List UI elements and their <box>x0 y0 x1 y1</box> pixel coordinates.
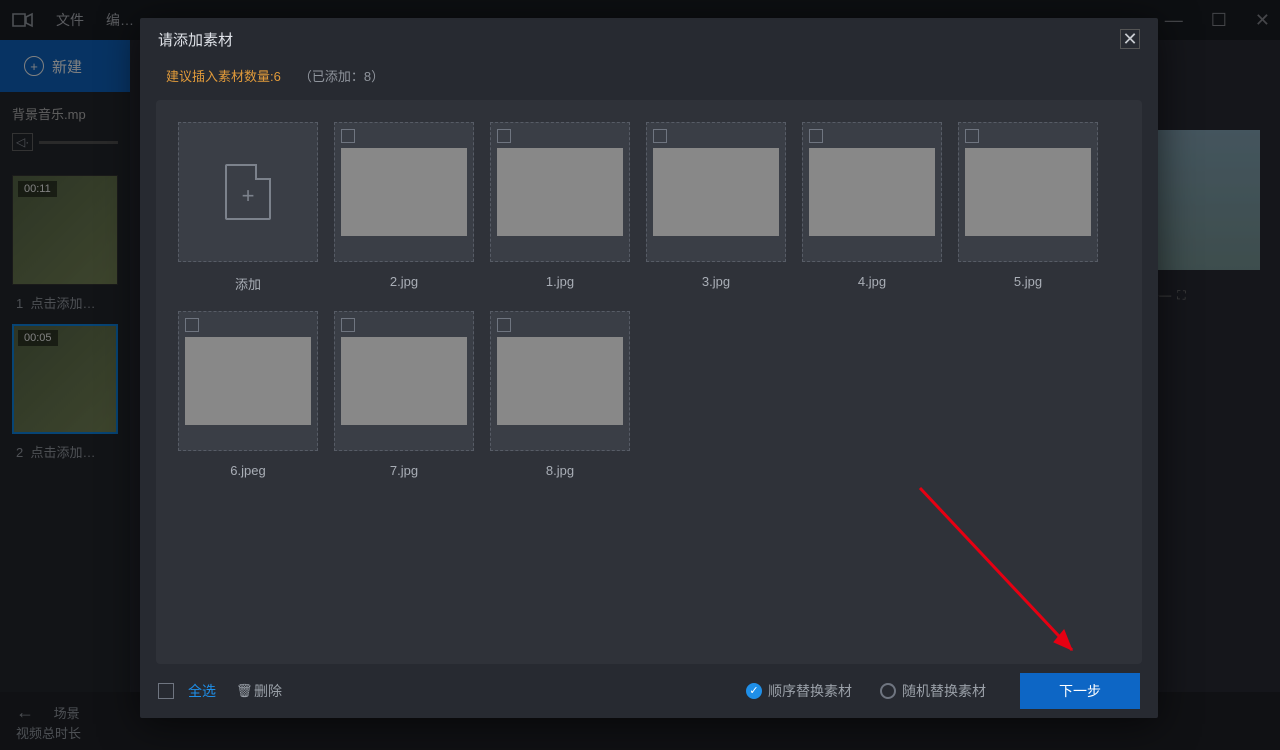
volume-control[interactable]: ◁· <box>12 133 118 151</box>
volume-icon: ◁· <box>12 133 33 151</box>
material-checkbox[interactable] <box>965 129 979 143</box>
fullscreen-icon[interactable]: ⛶ <box>1177 288 1185 303</box>
next-button[interactable]: 下一步 <box>1020 673 1140 709</box>
file-plus-icon: + <box>225 164 271 220</box>
material-thumb[interactable] <box>490 311 630 451</box>
back-arrow-icon[interactable]: ← <box>16 702 34 722</box>
material-image <box>497 148 623 236</box>
scene-thumb-1[interactable]: 00:11 1 点击添加… <box>12 175 118 312</box>
material-grid: + 添加 2.jpg 1.jpg 3.jpg 4.jpg 5.jpg 6.jpeg 7.jp… <box>178 122 1132 478</box>
window-minimize-icon[interactable]: — <box>1165 11 1183 29</box>
volume-slider[interactable] <box>39 141 118 144</box>
material-image <box>653 148 779 236</box>
material-image <box>497 337 623 425</box>
material-image <box>809 148 935 236</box>
random-replace-radio[interactable]: 随机替换素材 <box>880 681 986 701</box>
radio-checked-icon <box>746 683 762 699</box>
add-material-modal: 请添加素材 ✕ 建议插入素材数量:6 （已添加：8） + 添加 2.jpg 1.j… <box>140 18 1158 718</box>
modal-body: + 添加 2.jpg 1.jpg 3.jpg 4.jpg 5.jpg 6.jpeg 7.jp… <box>156 100 1142 664</box>
material-checkbox[interactable] <box>341 129 355 143</box>
material-label: 3.jpg <box>702 274 730 289</box>
material-tile[interactable]: 7.jpg <box>334 311 474 478</box>
material-tile[interactable]: 2.jpg <box>334 122 474 293</box>
modal-footer: 全选 🗑 删除 顺序替换素材 随机替换素材 下一步 <box>140 664 1158 718</box>
material-thumb[interactable] <box>802 122 942 262</box>
modal-close-button[interactable]: ✕ <box>1120 29 1140 49</box>
radio-unchecked-icon <box>880 683 896 699</box>
select-all-checkbox[interactable] <box>158 683 174 699</box>
material-checkbox[interactable] <box>653 129 667 143</box>
window-controls: — ☐ ✕ <box>1165 0 1270 40</box>
material-tile[interactable]: 4.jpg <box>802 122 942 293</box>
material-checkbox[interactable] <box>341 318 355 332</box>
new-button-label: 新建 <box>52 56 82 77</box>
add-tile-label: 添加 <box>235 274 261 293</box>
add-tile-thumb[interactable]: + <box>178 122 318 262</box>
material-thumb[interactable] <box>334 311 474 451</box>
add-material-tile[interactable]: + 添加 <box>178 122 318 293</box>
select-all-link[interactable]: 全选 <box>188 681 216 701</box>
preview-panel <box>1140 130 1260 270</box>
modal-titlebar: 请添加素材 ✕ <box>140 18 1158 60</box>
scene-thumb-label: 1 点击添加… <box>12 285 118 312</box>
scene-label: 场景 <box>54 706 80 721</box>
material-image <box>341 337 467 425</box>
order-replace-label: 顺序替换素材 <box>768 681 852 701</box>
material-tile[interactable]: 3.jpg <box>646 122 786 293</box>
material-thumb[interactable] <box>178 311 318 451</box>
material-checkbox[interactable] <box>497 129 511 143</box>
preview-controls[interactable]: —●—⛶ <box>1140 280 1260 310</box>
random-replace-label: 随机替换素材 <box>902 681 986 701</box>
app-logo-icon <box>12 12 34 28</box>
material-label: 8.jpg <box>546 463 574 478</box>
delete-label: 删除 <box>254 681 282 701</box>
duration-label: 视频总时长 <box>16 726 81 741</box>
modal-title: 请添加素材 <box>158 29 233 50</box>
material-label: 5.jpg <box>1014 274 1042 289</box>
material-image <box>185 337 311 425</box>
delete-button[interactable]: 🗑 删除 <box>236 681 282 701</box>
material-thumb[interactable] <box>334 122 474 262</box>
scene-thumb-label: 2 点击添加… <box>12 434 118 461</box>
new-button[interactable]: + 新建 <box>0 40 130 92</box>
menu-edit[interactable]: 编… <box>106 10 134 30</box>
material-checkbox[interactable] <box>809 129 823 143</box>
added-count: （已添加：8） <box>299 66 384 85</box>
scene-thumb-time: 00:05 <box>18 330 58 346</box>
window-maximize-icon[interactable]: ☐ <box>1211 11 1227 29</box>
material-label: 7.jpg <box>390 463 418 478</box>
material-thumb[interactable] <box>646 122 786 262</box>
plus-circle-icon: + <box>24 56 44 76</box>
material-tile[interactable]: 8.jpg <box>490 311 630 478</box>
app-sidebar: + 新建 背景音乐.mp ◁· 00:11 1 点击添加… 00:05 2 点击… <box>0 40 130 750</box>
modal-subtitle: 建议插入素材数量:6 （已添加：8） <box>140 60 1158 90</box>
scene-thumb-time: 00:11 <box>18 181 57 197</box>
material-thumb[interactable] <box>490 122 630 262</box>
audio-section: 背景音乐.mp ◁· <box>0 92 130 163</box>
menu-file[interactable]: 文件 <box>56 10 84 30</box>
material-checkbox[interactable] <box>497 318 511 332</box>
order-replace-radio[interactable]: 顺序替换素材 <box>746 681 852 701</box>
material-image <box>341 148 467 236</box>
material-label: 2.jpg <box>390 274 418 289</box>
material-label: 6.jpeg <box>230 463 265 478</box>
audio-filename: 背景音乐.mp <box>12 104 118 123</box>
scene-thumb-2[interactable]: 00:05 2 点击添加… <box>12 324 118 461</box>
material-tile[interactable]: 6.jpeg <box>178 311 318 478</box>
window-close-icon[interactable]: ✕ <box>1255 11 1270 29</box>
material-label: 1.jpg <box>546 274 574 289</box>
material-image <box>965 148 1091 236</box>
suggested-count: 建议插入素材数量:6 <box>166 66 281 85</box>
material-tile[interactable]: 1.jpg <box>490 122 630 293</box>
material-label: 4.jpg <box>858 274 886 289</box>
material-thumb[interactable] <box>958 122 1098 262</box>
material-checkbox[interactable] <box>185 318 199 332</box>
material-tile[interactable]: 5.jpg <box>958 122 1098 293</box>
trash-icon: 🗑 <box>236 683 248 699</box>
